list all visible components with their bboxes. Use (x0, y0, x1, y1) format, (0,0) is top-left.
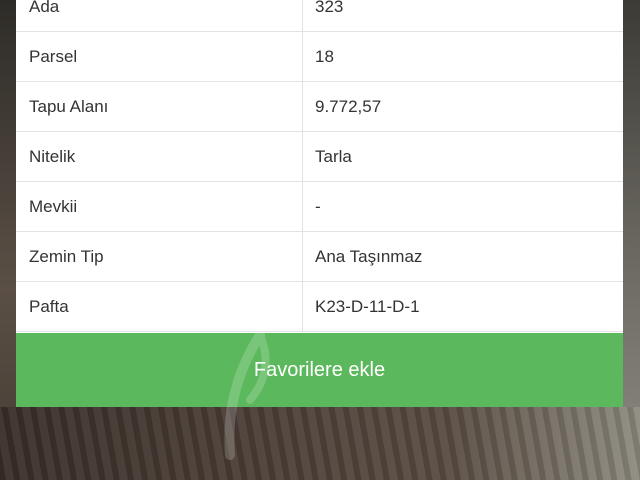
detail-label: Nitelik (16, 132, 303, 181)
detail-row-parsel: Parsel 18 (16, 32, 623, 82)
map-ground-bottom (0, 407, 640, 480)
detail-row-mevkii: Mevkii - (16, 182, 623, 232)
detail-value: - (315, 196, 321, 216)
detail-value: 18 (315, 46, 334, 66)
detail-value: Tarla (315, 146, 352, 166)
detail-value: 9.772,57 (315, 96, 382, 116)
detail-label: Pafta (16, 282, 303, 331)
detail-row-pafta: Pafta K23-D-11-D-1 (16, 282, 623, 332)
detail-row-ada: Ada 323 (16, 0, 623, 32)
detail-label: Parsel (16, 32, 303, 81)
detail-label: Tapu Alanı (16, 82, 303, 131)
detail-value: Ana Taşınmaz (315, 246, 423, 266)
detail-label: Ada (16, 0, 303, 31)
add-to-favorites-button[interactable]: Favorilere ekle (16, 333, 623, 407)
detail-row-tapu-alani: Tapu Alanı 9.772,57 (16, 82, 623, 132)
detail-row-zemin-tip: Zemin Tip Ana Taşınmaz (16, 232, 623, 282)
detail-label: Mevkii (16, 182, 303, 231)
detail-label: Zemin Tip (16, 232, 303, 281)
detail-value: K23-D-11-D-1 (315, 296, 420, 316)
detail-value: 323 (315, 0, 344, 16)
detail-row-nitelik: Nitelik Tarla (16, 132, 623, 182)
